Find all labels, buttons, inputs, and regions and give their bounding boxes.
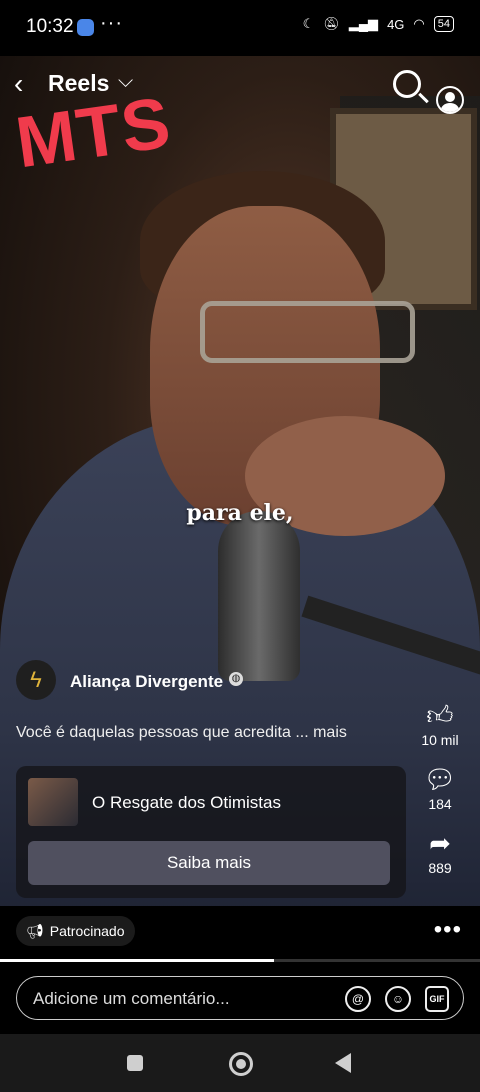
- comment-icon[interactable]: 💬︎: [424, 764, 457, 794]
- status-bar: 10:32 ··· ☾ 🔕︎ ▂▄▆ 4G ◠ 54: [0, 0, 480, 56]
- back-button[interactable]: [335, 1053, 351, 1073]
- microphone: [218, 511, 300, 681]
- thumbs-up-icon[interactable]: 👍︎: [425, 700, 455, 730]
- more-options-icon[interactable]: •••: [434, 916, 462, 944]
- learn-more-button[interactable]: Saiba mais: [28, 841, 390, 885]
- video-progress-fill: [0, 959, 274, 962]
- action-rail: 👍︎ 10 mil 💬︎ 184 ➦ 889: [412, 700, 468, 892]
- like-count: 10 mil: [421, 732, 459, 748]
- sponsored-label: Patrocinado: [49, 923, 125, 939]
- globe-icon: ◍: [229, 672, 243, 686]
- lightning-logo-icon: ϟ: [30, 667, 42, 692]
- comment-bar[interactable]: @ ☺ GIF: [16, 976, 464, 1020]
- comment-input[interactable]: [31, 985, 335, 1013]
- megaphone-icon: 📢︎: [26, 922, 44, 939]
- more-notifications-icon: ···: [100, 12, 123, 34]
- messenger-notification-icon: [77, 19, 94, 36]
- like-action[interactable]: 👍︎ 10 mil: [421, 700, 459, 749]
- battery-level: 54: [433, 16, 454, 32]
- signal-icon: ▂▄▆: [348, 16, 379, 31]
- ad-thumbnail[interactable]: [28, 778, 78, 826]
- channel-name[interactable]: Aliança Divergente: [70, 672, 223, 692]
- person-glasses: [200, 301, 415, 363]
- channel-avatar[interactable]: ϟ: [16, 660, 56, 700]
- share-action[interactable]: ➦ 889: [425, 828, 455, 877]
- comment-tools: @ ☺ GIF: [345, 986, 449, 1012]
- ad-card[interactable]: O Resgate dos Otimistas Saiba mais: [16, 766, 406, 898]
- wifi-icon: ◠: [413, 16, 425, 31]
- search-icon[interactable]: [393, 70, 421, 98]
- video-caption: para ele,: [186, 500, 294, 526]
- at-icon[interactable]: @: [345, 986, 371, 1012]
- share-count: 889: [428, 860, 452, 876]
- bottom-panel: 📢︎ Patrocinado ••• @ ☺ GIF: [0, 906, 480, 1034]
- comment-action[interactable]: 💬︎ 184: [424, 764, 457, 813]
- video-progress[interactable]: [0, 959, 480, 962]
- dnd-moon-icon: ☾: [302, 16, 315, 31]
- share-icon[interactable]: ➦: [425, 828, 455, 858]
- comment-count: 184: [428, 796, 452, 812]
- muted-icon: 🔕︎: [323, 16, 340, 31]
- status-icons: ☾ 🔕︎ ▂▄▆ 4G ◠ 54: [303, 16, 454, 32]
- back-arrow-icon[interactable]: ‹: [14, 68, 23, 100]
- sponsored-badge[interactable]: 📢︎ Patrocinado: [16, 916, 135, 946]
- post-description[interactable]: Você é daquelas pessoas que acredita ...…: [16, 724, 347, 742]
- system-nav-bar: [0, 1034, 480, 1092]
- network-type: 4G: [387, 16, 405, 32]
- profile-icon[interactable]: [436, 86, 464, 114]
- ad-title[interactable]: O Resgate dos Otimistas: [92, 793, 281, 813]
- home-button[interactable]: [229, 1052, 253, 1076]
- recents-button[interactable]: [127, 1055, 143, 1071]
- gif-icon[interactable]: GIF: [425, 986, 449, 1012]
- status-time: 10:32: [26, 16, 74, 37]
- emoji-icon[interactable]: ☺: [385, 986, 411, 1012]
